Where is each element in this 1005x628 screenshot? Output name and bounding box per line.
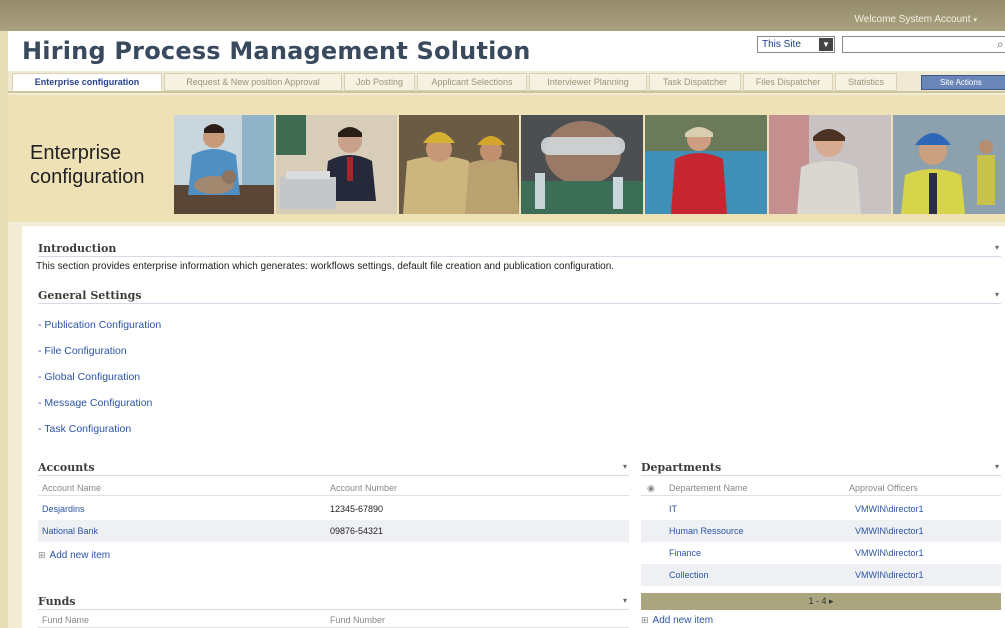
attachment-icon: ◉ (647, 483, 655, 493)
top-bar: Welcome System Account ▾ (0, 0, 1005, 31)
accounts-add-new-item[interactable]: ⊞ Add new item (38, 550, 110, 561)
table-row: Collection VMWIN\director1 (641, 564, 1001, 586)
search-scope-select[interactable]: This Site ▼ (757, 36, 835, 53)
account-name[interactable]: National Bank (42, 526, 98, 536)
banner-title-line1: Enterprise (30, 142, 122, 164)
approval-officer[interactable]: VMWIN\director1 (855, 570, 924, 580)
column-department-name[interactable]: Departement Name (669, 483, 748, 493)
page-banner: Enterprise configuration (8, 95, 1005, 222)
departments-column-headers: ◉ Departement Name Approval Officers (641, 480, 1001, 496)
search-input[interactable] (842, 36, 1005, 53)
account-name[interactable]: Desjardins (42, 504, 85, 514)
photo-veterinarian (174, 115, 274, 214)
add-new-item-label[interactable]: Add new item (50, 550, 111, 561)
file-configuration-link[interactable]: - File Configuration (38, 345, 127, 357)
photo-construction-worker (893, 115, 1005, 214)
tab-job-posting[interactable]: Job Posting (344, 73, 415, 91)
tab-interviewer-planning[interactable]: Interviewer Planning (529, 73, 647, 91)
approval-officer[interactable]: VMWIN\director1 (855, 548, 924, 558)
dropdown-arrow-icon[interactable]: ▼ (819, 38, 833, 51)
approval-officer[interactable]: VMWIN\director1 (855, 526, 924, 536)
webpart-menu-icon[interactable]: ▾ (995, 462, 999, 471)
banner-title-line2: configuration (30, 166, 145, 188)
top-nav-tabs: Enterprise configuration Request & New p… (8, 71, 1005, 93)
column-account-number[interactable]: Account Number (330, 483, 397, 493)
approval-officer[interactable]: VMWIN\director1 (855, 504, 924, 514)
webpart-menu-icon[interactable]: ▾ (623, 462, 627, 471)
funds-header: Funds ▾ (38, 592, 629, 610)
departments-header: Departments ▾ (641, 458, 1001, 476)
search-icon[interactable]: ⌕ (997, 37, 1004, 52)
search-scope-value: This Site (762, 39, 801, 50)
accounts-column-headers: Account Name Account Number (38, 480, 629, 496)
introduction-title: Introduction (38, 242, 117, 255)
department-name[interactable]: Human Ressource (669, 526, 744, 536)
site-actions-button[interactable]: Site Actions (921, 75, 1005, 90)
photo-young-man (769, 115, 891, 214)
banner-title: Enterprise configuration (30, 141, 145, 189)
table-row: Human Ressource VMWIN\director1 (641, 520, 1001, 542)
photo-firefighters (399, 115, 519, 214)
column-approval-officers[interactable]: Approval Officers (849, 483, 918, 493)
departments-title: Departments (641, 461, 722, 474)
departments-add-new-item[interactable]: ⊞ Add new item (641, 615, 713, 626)
table-row: National Bank 09876-54321 (38, 520, 629, 542)
accounts-header: Accounts ▾ (38, 458, 629, 476)
add-icon[interactable]: ⊞ (641, 615, 649, 625)
accounts-title: Accounts (38, 461, 95, 474)
column-account-name[interactable]: Account Name (42, 483, 101, 493)
add-new-item-label[interactable]: Add new item (653, 615, 714, 626)
webpart-menu-icon[interactable]: ▾ (995, 243, 999, 252)
site-title[interactable]: Hiring Process Management Solution (22, 37, 531, 65)
webpart-menu-icon[interactable]: ▾ (995, 290, 999, 299)
left-edge (0, 31, 8, 628)
column-fund-number[interactable]: Fund Number (330, 615, 385, 625)
global-configuration-link[interactable]: - Global Configuration (38, 371, 140, 383)
departments-pager[interactable]: 1 - 4 ▸ (641, 593, 1001, 610)
department-name[interactable]: Collection (669, 570, 709, 580)
table-row: Finance VMWIN\director1 (641, 542, 1001, 564)
general-settings-header: General Settings ▾ (38, 286, 1001, 304)
general-settings-title: General Settings (38, 289, 142, 302)
publication-configuration-link[interactable]: - Publication Configuration (38, 319, 161, 331)
photo-businessman (276, 115, 397, 214)
add-icon[interactable]: ⊞ (38, 550, 46, 560)
column-fund-name[interactable]: Fund Name (42, 615, 89, 625)
webpart-menu-icon[interactable]: ▾ (623, 596, 627, 605)
tab-task-dispatcher[interactable]: Task Dispatcher (649, 73, 741, 91)
tab-files-dispatcher[interactable]: Files Dispatcher (743, 73, 833, 91)
tab-request-new-position-approval[interactable]: Request & New position Approval (164, 73, 342, 91)
introduction-header: Introduction ▾ (38, 239, 1001, 257)
funds-title: Funds (38, 595, 76, 608)
account-number: 09876-54321 (330, 526, 384, 536)
introduction-text: This section provides enterprise informa… (36, 261, 615, 272)
welcome-text[interactable]: Welcome System Account (855, 14, 971, 25)
department-name[interactable]: IT (669, 504, 677, 514)
task-configuration-link[interactable]: - Task Configuration (38, 423, 131, 435)
table-row: Desjardins 12345-67890 (38, 498, 629, 520)
photo-scientist (521, 115, 643, 214)
chevron-down-icon[interactable]: ▾ (973, 17, 977, 24)
account-number: 12345-67890 (330, 504, 384, 514)
department-name[interactable]: Finance (669, 548, 701, 558)
tab-statistics[interactable]: Statistics (835, 73, 897, 91)
funds-column-headers: Fund Name Fund Number (38, 612, 629, 628)
message-configuration-link[interactable]: - Message Configuration (38, 397, 152, 409)
photo-lifeguard (645, 115, 767, 214)
table-row: IT VMWIN\director1 (641, 498, 1001, 520)
tab-enterprise-configuration[interactable]: Enterprise configuration (12, 73, 162, 91)
tab-applicant-selections[interactable]: Applicant Selections (417, 73, 527, 91)
welcome-menu[interactable]: Welcome System Account ▾ (855, 14, 978, 25)
